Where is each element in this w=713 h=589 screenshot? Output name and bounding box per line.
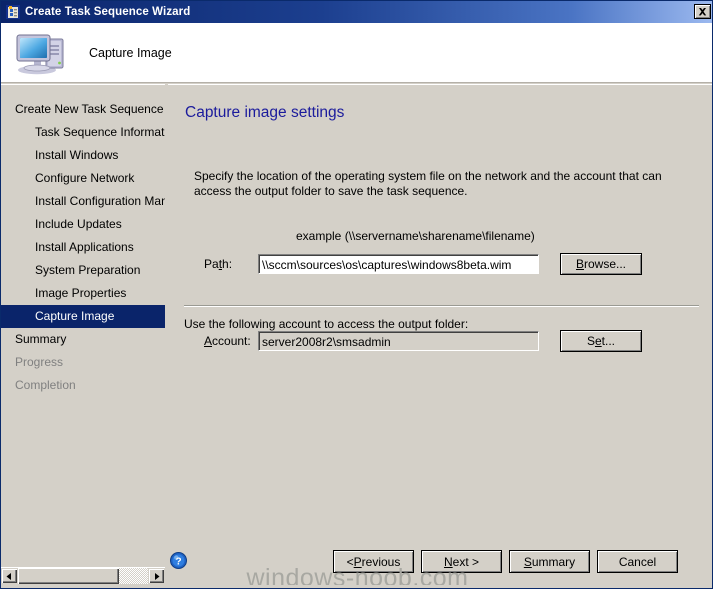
sidebar-item-image-properties[interactable]: Image Properties (1, 282, 165, 305)
summary-button[interactable]: Summary (509, 550, 590, 573)
set-account-button[interactable]: Se t... (560, 330, 642, 352)
section-divider (184, 305, 699, 307)
window-title: Create Task Sequence Wizard (25, 6, 191, 18)
account-section-caption: Use the following account to access the … (184, 317, 469, 331)
help-icon[interactable]: ? (170, 552, 187, 569)
scroll-right-icon[interactable] (148, 568, 165, 584)
sidebar-item-task-sequence-information[interactable]: Task Sequence Information (1, 121, 165, 144)
window-bottom-strip (1, 585, 712, 588)
sidebar-item-install-windows[interactable]: Install Windows (1, 144, 165, 167)
path-label: Path: (204, 257, 233, 271)
sidebar-item-capture-image[interactable]: Capture Image (1, 305, 165, 328)
account-input[interactable]: server2008r2\smsadmin (258, 331, 539, 351)
account-label: Account: (204, 334, 251, 348)
sidebar-item-include-updates[interactable]: Include Updates (1, 213, 165, 236)
wizard-footer: ? < Previous Next > Summary Cancel (168, 543, 712, 588)
close-icon[interactable] (694, 4, 711, 19)
sidebar-item-summary[interactable]: Summary (1, 328, 165, 351)
scroll-left-icon[interactable] (1, 568, 18, 584)
browse-button[interactable]: Browse... (560, 253, 642, 275)
account-field-row: Account: server2008r2\smsadmin Se t... (168, 330, 712, 352)
wizard-content-panel: Capture image settings Specify the locat… (168, 84, 712, 543)
path-example-label: example (\\servername\sharename\filename… (296, 229, 535, 243)
wizard-header: Capture Image (1, 23, 712, 83)
header-title: Capture Image (89, 45, 172, 60)
create-task-sequence-wizard-window: Create Task Sequence Wizard Capture Imag… (0, 0, 713, 589)
page-description: Specify the location of the operating sy… (194, 169, 662, 198)
sidebar-item-progress: Progress (15, 355, 64, 369)
sidebar-item-install-applications[interactable]: Install Applications (1, 236, 165, 259)
path-field-row: Path: \\sccm\sources\os\captures\windows… (168, 253, 712, 275)
sidebar-item-install-configuration-manager[interactable]: Install Configuration Manag (1, 190, 165, 213)
scrollbar-thumb[interactable] (18, 568, 120, 584)
title-bar: Create Task Sequence Wizard (1, 1, 712, 23)
wizard-step-sidebar: Create New Task Sequence Task Sequence I… (1, 84, 165, 565)
sidebar-item-completion: Completion (15, 378, 76, 392)
previous-button[interactable]: < Previous (333, 550, 414, 573)
footer-button-group: < Previous Next > Summary Cancel (333, 550, 678, 573)
path-input[interactable]: \\sccm\sources\os\captures\windows8beta.… (258, 254, 539, 274)
computer-icon (15, 30, 71, 76)
sidebar-item-create-new-task-sequence[interactable]: Create New Task Sequence (1, 98, 165, 121)
cancel-button[interactable]: Cancel (597, 550, 678, 573)
sidebar-item-configure-network[interactable]: Configure Network (1, 167, 165, 190)
task-sequence-icon (5, 4, 21, 20)
page-title: Capture image settings (185, 104, 345, 121)
scrollbar-track[interactable] (18, 568, 148, 584)
next-button[interactable]: Next > (421, 550, 502, 573)
sidebar-horizontal-scrollbar[interactable] (1, 567, 165, 584)
svg-text:?: ? (175, 556, 181, 567)
sidebar-item-system-preparation[interactable]: System Preparation (1, 259, 165, 282)
wizard-step-list: Create New Task Sequence Task Sequence I… (1, 98, 165, 397)
